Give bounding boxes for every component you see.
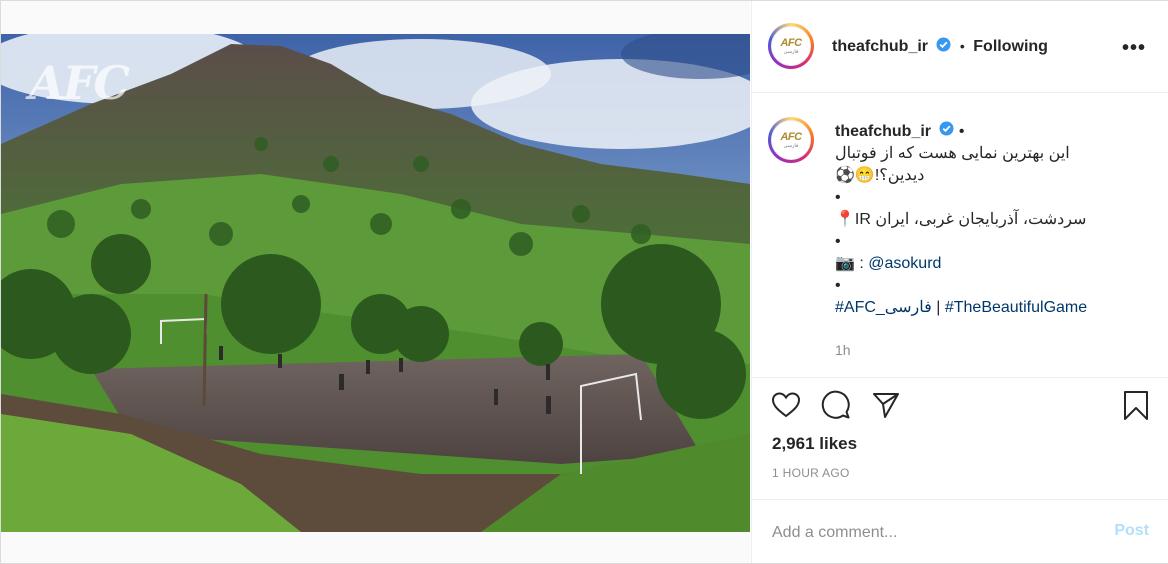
avatar-sub-text: فارسی	[783, 48, 799, 55]
location-text: IR سردشت، آذربایجان غربی، ایران	[854, 211, 1087, 229]
comment-form: Post	[752, 499, 1168, 564]
caption-time-ago[interactable]: 1h	[835, 342, 851, 358]
caption-avatar[interactable]: AFC فارسی	[768, 117, 814, 163]
posted-time: 1 HOUR AGO	[772, 466, 850, 480]
post-photo[interactable]: AFC	[1, 34, 750, 532]
separator-dot: •	[959, 38, 965, 55]
post-dialog: AFC AFC فارسی theafchub_ir • Following •…	[0, 0, 1168, 564]
post-comment-button[interactable]: Post	[1114, 522, 1149, 540]
more-options-icon[interactable]: •••	[1122, 37, 1146, 60]
mention-link[interactable]: @asokurd	[868, 255, 941, 272]
afc-watermark: AFC	[29, 56, 130, 110]
comment-input[interactable]	[772, 522, 1092, 544]
share-send-icon[interactable]	[870, 389, 902, 421]
caption-bullet-2: •	[835, 233, 841, 251]
username-link[interactable]: theafchub_ir	[832, 38, 928, 55]
caption-avatar-logo-text: AFC	[780, 130, 802, 143]
hashtag-afc-farsi-link[interactable]: #AFC_فارسی	[835, 299, 932, 316]
caption-text: theafchub_ir • این بهترین نمایی هست که ا…	[835, 121, 1135, 319]
caption-header-line: theafchub_ir •	[835, 121, 1135, 143]
caption-avatar-image: AFC فارسی	[771, 120, 811, 160]
avatar[interactable]: AFC فارسی	[768, 23, 814, 69]
caption-block: AFC فارسی theafchub_ir • این بهترین نمای…	[752, 93, 1168, 378]
caption-username-link[interactable]: theafchub_ir	[835, 123, 931, 140]
caption-line-1: این بهترین نمایی هست که از فوتبال	[835, 145, 1070, 163]
caption-hashtags-line: #AFC_فارسی | #TheBeautifulGame	[835, 297, 1135, 319]
post-side-panel: AFC فارسی theafchub_ir • Following ••• A…	[751, 1, 1168, 563]
likes-count[interactable]: 2,961 likes	[772, 434, 857, 454]
photo-area: AFC	[1, 1, 750, 563]
caption-line-2: ⚽😁!دیدین؟	[835, 167, 925, 185]
save-bookmark-icon[interactable]	[1120, 389, 1152, 421]
hashtag-separator: |	[931, 299, 945, 317]
caption-separator-dot: •	[958, 123, 965, 141]
header-title: theafchub_ir • Following	[832, 37, 1048, 57]
hashtag-beautifulgame-link[interactable]: #TheBeautifulGame	[945, 299, 1087, 316]
caption-verified-badge-icon	[939, 121, 954, 143]
caption-location-line: 📍IR سردشت، آذربایجان غربی، ایران	[835, 209, 1135, 231]
avatar-logo-text: AFC	[780, 36, 802, 49]
following-button[interactable]: Following	[973, 38, 1048, 55]
comment-bubble-icon[interactable]	[820, 389, 852, 421]
action-bar	[752, 389, 1168, 425]
like-heart-icon[interactable]	[770, 389, 802, 421]
caption-avatar-sub-text: فارسی	[783, 142, 799, 149]
avatar-image: AFC فارسی	[771, 26, 811, 66]
caption-bullet-1: •	[835, 189, 841, 207]
caption-credit-line: 📷 : @asokurd	[835, 253, 1135, 275]
credit-prefix: :	[854, 255, 869, 273]
verified-badge-icon	[936, 37, 951, 57]
pin-icon: 📍	[835, 211, 855, 229]
caption-bullet-3: •	[835, 277, 841, 295]
camera-icon: 📷	[835, 255, 855, 273]
post-header: AFC فارسی theafchub_ir • Following •••	[752, 1, 1168, 93]
